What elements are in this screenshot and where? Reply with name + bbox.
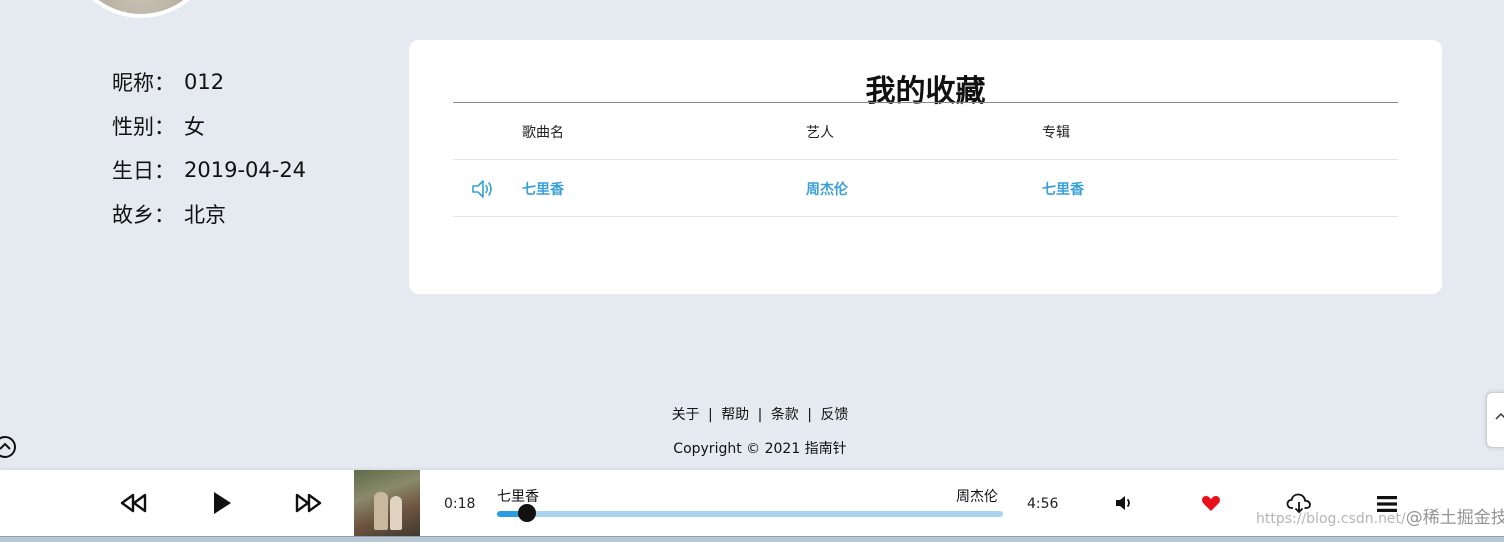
rewind-icon: [120, 493, 147, 513]
progress-handle[interactable]: [518, 504, 536, 522]
volume-button[interactable]: [1112, 492, 1136, 514]
player-song-title: 七里香: [497, 489, 539, 505]
hometown-label: 故乡：: [112, 203, 175, 227]
play-button[interactable]: [206, 488, 236, 518]
player-artist: 周杰伦: [956, 489, 998, 505]
footer-separator: |: [757, 407, 763, 423]
favorites-card: 我的收藏 歌曲名 艺人 专辑 七里香 周杰伦 七里香: [409, 40, 1442, 294]
fast-forward-icon: [295, 493, 322, 513]
rewind-button[interactable]: [118, 490, 148, 516]
nickname-value: 012: [184, 70, 225, 94]
footer-link-about[interactable]: 关于: [672, 407, 700, 423]
like-button[interactable]: [1199, 492, 1223, 514]
table-row: 七里香 周杰伦 七里香: [453, 161, 1398, 217]
user-avatar: [66, 0, 216, 18]
album-cover[interactable]: [354, 470, 420, 536]
gender-label: 性别：: [112, 115, 175, 139]
column-header-artist: 艺人: [806, 124, 834, 141]
watermark: https://blog.csdn.net/@稀土掘金技术社区: [1256, 503, 1504, 528]
volume-icon: [1116, 496, 1130, 510]
arrow-up-icon: [1495, 412, 1504, 420]
speaker-icon[interactable]: [471, 161, 495, 216]
nickname-label: 昵称：: [112, 71, 175, 95]
title-divider: [453, 102, 1398, 103]
favorites-table-header: 歌曲名 艺人 专辑: [453, 104, 1398, 160]
profile-gender-row: 性别： 女: [112, 104, 306, 148]
watermark-url: https://blog.csdn.net/: [1256, 511, 1406, 527]
hometown-value: 北京: [184, 203, 226, 227]
footer-link-help[interactable]: 帮助: [721, 407, 749, 423]
footer-links: 关于 | 帮助 | 条款 | 反馈: [0, 404, 1504, 424]
footer-separator: |: [708, 407, 713, 423]
profile-hometown-row: 故乡： 北京: [112, 192, 306, 236]
footer-link-feedback[interactable]: 反馈: [820, 407, 848, 423]
birthday-value: 2019-04-24: [184, 158, 307, 182]
footer-separator: |: [807, 407, 812, 423]
heart-icon: [1202, 496, 1220, 511]
chevron-up-icon: [0, 442, 11, 450]
profile-nickname-row: 昵称： 012: [112, 60, 306, 104]
collapse-player-button[interactable]: [0, 436, 16, 458]
copyright-text: Copyright © 2021 指南针: [673, 441, 847, 457]
gender-value: 女: [184, 115, 205, 139]
footer-link-terms[interactable]: 条款: [771, 407, 799, 423]
watermark-text: @稀土掘金技术社区: [1405, 508, 1504, 528]
os-taskbar: [0, 536, 1504, 542]
birthday-label: 生日：: [112, 159, 175, 183]
column-header-song: 歌曲名: [522, 124, 564, 141]
elapsed-time: 0:18: [444, 496, 476, 512]
profile-birthday-row: 生日： 2019-04-24: [112, 148, 306, 192]
song-link[interactable]: 七里香: [522, 179, 564, 199]
fast-forward-button[interactable]: [294, 490, 324, 516]
total-duration: 4:56: [1027, 496, 1059, 512]
artist-link[interactable]: 周杰伦: [806, 179, 848, 199]
play-icon: [214, 492, 231, 514]
album-link[interactable]: 七里香: [1042, 179, 1084, 199]
back-to-top-button[interactable]: [1486, 392, 1504, 448]
profile-info: 昵称： 012 性别： 女 生日： 2019-04-24 故乡： 北京: [112, 60, 306, 236]
column-header-album: 专辑: [1042, 124, 1070, 141]
progress-bar[interactable]: [497, 511, 1003, 517]
